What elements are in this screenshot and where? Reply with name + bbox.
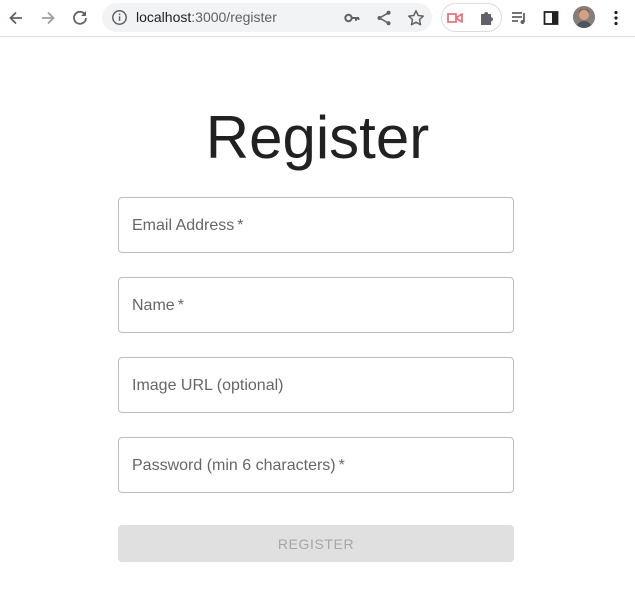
star-icon	[407, 10, 425, 26]
reload-button[interactable]	[66, 4, 94, 32]
address-bar[interactable]: localhost:3000/register	[102, 3, 432, 32]
video-extension-button[interactable]	[445, 7, 467, 29]
name-field[interactable]: Name *	[118, 277, 514, 333]
share-icon	[377, 10, 391, 26]
password-key-button[interactable]	[341, 7, 363, 29]
video-extension-icon	[447, 13, 463, 23]
browser-toolbar: localhost:3000/register	[0, 0, 635, 37]
puzzle-icon	[481, 12, 493, 25]
profile-photo-icon	[573, 6, 595, 28]
url-text[interactable]: localhost:3000/register	[136, 9, 277, 26]
email-field[interactable]: Email Address *	[118, 197, 514, 253]
bookmark-button[interactable]	[405, 7, 427, 29]
side-panel-icon	[543, 11, 559, 25]
password-field[interactable]: Password (min 6 characters) *	[118, 437, 514, 493]
playlist-icon	[512, 12, 525, 24]
arrow-right-icon	[42, 11, 55, 25]
back-button[interactable]	[2, 4, 30, 32]
password-input[interactable]	[119, 438, 513, 492]
register-button[interactable]: REGISTER	[118, 525, 514, 562]
url-path: :3000/register	[191, 9, 277, 25]
reload-icon	[73, 10, 87, 25]
image-url-input[interactable]	[119, 358, 513, 412]
url-host: localhost	[136, 9, 192, 25]
page-title: Register	[205, 104, 430, 171]
browser-menu-button[interactable]	[602, 4, 630, 32]
media-control-button[interactable]	[505, 4, 533, 32]
forward-button[interactable]	[34, 4, 62, 32]
kebab-menu-icon	[614, 10, 618, 26]
key-icon	[344, 13, 360, 23]
extension-pill	[441, 3, 502, 32]
image-url-field[interactable]: Image URL (optional)	[118, 357, 514, 413]
share-button[interactable]	[373, 7, 395, 29]
extensions-button[interactable]	[476, 7, 498, 29]
name-input[interactable]	[119, 278, 513, 332]
info-icon[interactable]	[111, 9, 128, 26]
email-input[interactable]	[119, 198, 513, 252]
arrow-left-icon	[9, 11, 22, 25]
side-panel-button[interactable]	[537, 4, 565, 32]
avatar[interactable]	[573, 6, 595, 28]
